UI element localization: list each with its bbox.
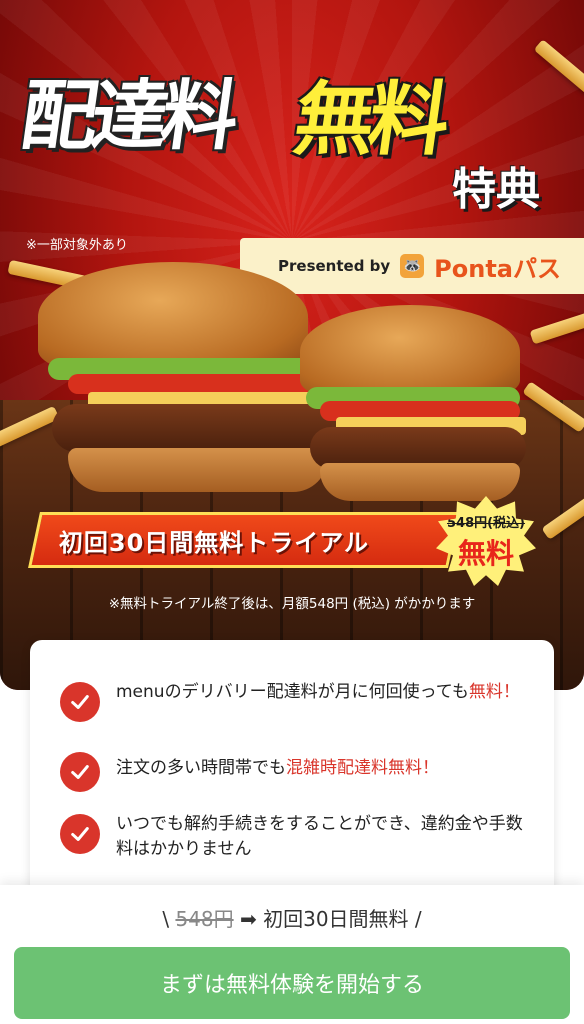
price-suffix: / [414, 907, 422, 931]
new-offer: 初回30日間無料 [263, 907, 409, 931]
title-delivery-fee: 配達料 [15, 71, 239, 160]
free-trial-banner: 初回30日間無料トライアル [28, 512, 460, 568]
arrow-right-icon: ➡ [239, 907, 257, 931]
benefit-highlight: 混雑時配達料無料！ [286, 758, 439, 778]
benefit-highlight: 無料！ [468, 682, 520, 702]
benefit-text-main: 注文の多い時間帯でも [116, 758, 286, 778]
benefit-text: 注文の多い時間帯でも混雑時配達料無料！ [116, 756, 439, 781]
exclusion-note: ※一部対象外あり [26, 238, 128, 253]
burger-image-right [300, 305, 530, 505]
hero-title: 配達料 無料 特典 [0, 60, 584, 260]
price-comparison: \ 548円 ➡ 初回30日間無料 / [0, 903, 584, 932]
title-perk: 特典 [452, 164, 540, 215]
benefits-card: menuのデリバリー配達料が月に何回使っても無料！ 注文の多い時間帯でも混雑時配… [30, 640, 554, 900]
burger-image-left [38, 262, 338, 502]
check-circle-icon [60, 682, 100, 722]
ponta-raccoon-icon: 🦝 [400, 254, 425, 278]
free-trial-banner-text: 初回30日間無料トライアル [59, 528, 370, 557]
benefit-item: 注文の多い時間帯でも混雑時配達料無料！ [60, 750, 530, 792]
partner-name: Pontaパス [434, 254, 562, 283]
benefit-item: menuのデリバリー配達料が月に何回使っても無料！ [60, 680, 530, 722]
check-circle-icon [60, 814, 100, 854]
bottom-cta-bar: \ 548円 ➡ 初回30日間無料 / まずは無料体験を開始する [0, 885, 584, 1024]
start-free-trial-button[interactable]: まずは無料体験を開始する [14, 947, 570, 1019]
benefit-text: いつでも解約手続きをすることができ、違約金や手数料はかかりません [116, 814, 523, 859]
title-free: 無料 [288, 73, 450, 166]
trial-end-note: ※無料トライアル終了後は、月額548円 (税込) がかかります [108, 596, 476, 612]
benefit-text: menuのデリバリー配達料が月に何回使っても無料！ [116, 680, 520, 705]
old-price: 548円 [175, 907, 234, 931]
check-circle-icon [60, 752, 100, 792]
price-prefix: \ [162, 907, 170, 931]
badge-free-label: 無料 [457, 537, 514, 570]
benefit-item: いつでも解約手続きをすることができ、違約金や手数料はかかりません [60, 812, 530, 862]
benefit-text-main: menuのデリバリー配達料が月に何回使っても [116, 682, 469, 702]
hero-banner: 配達料 無料 特典 ※一部対象外あり Presented by 🦝 Pontaパ… [0, 0, 584, 690]
